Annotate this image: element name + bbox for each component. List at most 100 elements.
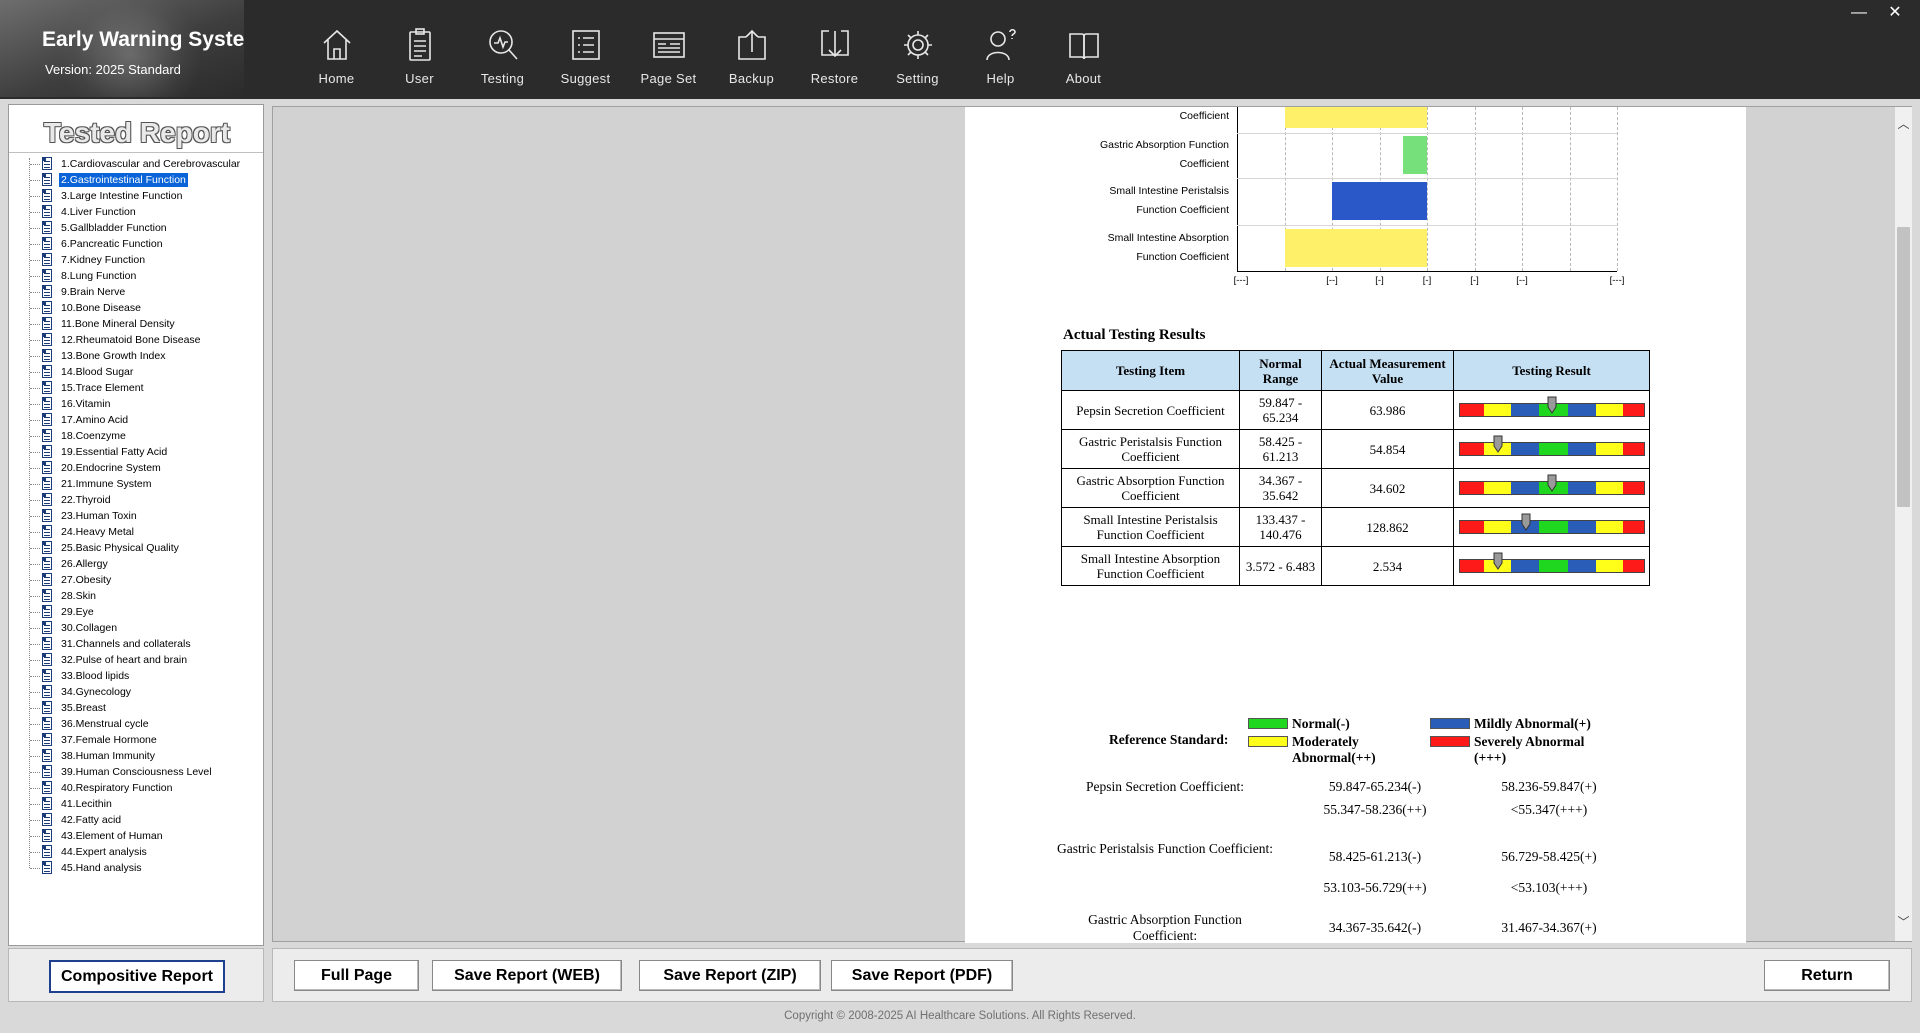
document-icon: [42, 445, 52, 458]
nav-label: Setting: [896, 71, 939, 86]
tree-item[interactable]: 31.Channels and collaterals: [9, 636, 263, 652]
tree-item[interactable]: 32.Pulse of heart and brain: [9, 652, 263, 668]
close-button[interactable]: ✕: [1882, 2, 1908, 24]
tree-item[interactable]: 37.Female Hormone: [9, 732, 263, 748]
tree-item[interactable]: 7.Kidney Function: [9, 252, 263, 268]
scroll-down-arrow[interactable]: ﹀: [1895, 913, 1912, 931]
tree-item[interactable]: 1.Cardiovascular and Cerebrovascular: [9, 156, 263, 172]
tree-item[interactable]: 3.Large Intestine Function: [9, 188, 263, 204]
document-icon: [42, 765, 52, 778]
save-zip-button[interactable]: Save Report (ZIP): [639, 960, 821, 991]
cell-normal-range: 133.437 - 140.476: [1239, 507, 1322, 547]
tree-item[interactable]: 22.Thyroid: [9, 492, 263, 508]
tree-item[interactable]: 35.Breast: [9, 700, 263, 716]
save-web-button[interactable]: Save Report (WEB): [432, 960, 622, 991]
tree-item[interactable]: 12.Rheumatoid Bone Disease: [9, 332, 263, 348]
tree-item[interactable]: 33.Blood lipids: [9, 668, 263, 684]
scroll-thumb[interactable]: [1897, 227, 1910, 507]
tree-item[interactable]: 45.Hand analysis: [9, 860, 263, 876]
tree-item[interactable]: 11.Bone Mineral Density: [9, 316, 263, 332]
tree-item[interactable]: 8.Lung Function: [9, 268, 263, 284]
tree-item[interactable]: 10.Bone Disease: [9, 300, 263, 316]
gauge-segment: [1568, 404, 1597, 416]
tree-item[interactable]: 24.Heavy Metal: [9, 524, 263, 540]
nav-testing-button[interactable]: Testing: [461, 0, 544, 97]
gauge-segment: [1596, 560, 1623, 572]
gauge-segment: [1596, 482, 1623, 494]
tree-item[interactable]: 9.Brain Nerve: [9, 284, 263, 300]
tree-item[interactable]: 5.Gallbladder Function: [9, 220, 263, 236]
tree-item[interactable]: 41.Lecithin: [9, 796, 263, 812]
tree-item[interactable]: 21.Immune System: [9, 476, 263, 492]
tree-item-label: 20.Endocrine System: [61, 462, 161, 474]
tree-item[interactable]: 25.Basic Physical Quality: [9, 540, 263, 556]
tree-item-label: 24.Heavy Metal: [61, 526, 134, 538]
chart-x-tick-label: [-]: [1470, 275, 1479, 286]
gauge-segment: [1596, 404, 1623, 416]
vertical-scrollbar[interactable]: ︿ ﹀: [1895, 107, 1912, 941]
tree-item[interactable]: 14.Blood Sugar: [9, 364, 263, 380]
tree-item[interactable]: 28.Skin: [9, 588, 263, 604]
cell-testing-result: [1453, 546, 1650, 586]
tree-item-label: 33.Blood lipids: [61, 670, 130, 682]
cell-testing-item: Small Intestine Absorption Function Coef…: [1061, 546, 1240, 586]
full-page-button[interactable]: Full Page: [294, 960, 419, 991]
nav-page-set-button[interactable]: Page Set: [627, 0, 710, 97]
document-icon: [42, 701, 52, 714]
tree-item-label: 10.Bone Disease: [61, 302, 141, 314]
tree-item-label: 8.Lung Function: [61, 270, 137, 282]
tree-item[interactable]: 2.Gastrointestinal Function: [9, 172, 263, 188]
return-button[interactable]: Return: [1764, 960, 1890, 991]
gear-icon: [904, 31, 932, 59]
tree-item[interactable]: 4.Liver Function: [9, 204, 263, 220]
nav-setting-button[interactable]: Setting: [876, 0, 959, 97]
tree-item[interactable]: 17.Amino Acid: [9, 412, 263, 428]
nav-about-button[interactable]: About: [1042, 0, 1125, 97]
nav-restore-button[interactable]: Restore: [793, 0, 876, 97]
tree-item[interactable]: 38.Human Immunity: [9, 748, 263, 764]
tree-item[interactable]: 43.Element of Human: [9, 828, 263, 844]
gauge-segment: [1538, 521, 1569, 533]
document-icon: [42, 413, 52, 426]
tree-connector: [30, 404, 40, 405]
tree-item[interactable]: 16.Vitamin: [9, 396, 263, 412]
user-icon: [409, 28, 431, 61]
tree-item[interactable]: 36.Menstrual cycle: [9, 716, 263, 732]
document-icon: [42, 781, 52, 794]
nav-user-button[interactable]: User: [378, 0, 461, 97]
nav-help-button[interactable]: Help: [959, 0, 1042, 97]
tree-item[interactable]: 23.Human Toxin: [9, 508, 263, 524]
chart-x-tick-label: [--]: [1326, 275, 1338, 286]
tree-item[interactable]: 13.Bone Growth Index: [9, 348, 263, 364]
nav-home-button[interactable]: Home: [295, 0, 378, 97]
tree-item[interactable]: 27.Obesity: [9, 572, 263, 588]
chart-grid-line: [1237, 107, 1238, 271]
tree-item[interactable]: 26.Allergy: [9, 556, 263, 572]
tree-connector: [30, 532, 40, 533]
tree-item[interactable]: 6.Pancreatic Function: [9, 236, 263, 252]
tree-item[interactable]: 29.Eye: [9, 604, 263, 620]
save-pdf-button[interactable]: Save Report (PDF): [831, 960, 1013, 991]
legend-label: Mildly Abnormal(+): [1474, 716, 1591, 731]
tree-item[interactable]: 19.Essential Fatty Acid: [9, 444, 263, 460]
scroll-up-arrow[interactable]: ︿: [1895, 115, 1912, 133]
tree-item[interactable]: 18.Coenzyme: [9, 428, 263, 444]
tree-item[interactable]: 42.Fatty acid: [9, 812, 263, 828]
page-set-icon: [653, 32, 685, 58]
gauge-pointer-icon: [1493, 552, 1503, 570]
compositive-report-button[interactable]: Compositive Report: [49, 960, 225, 993]
tree-item[interactable]: 44.Expert analysis: [9, 844, 263, 860]
nav-suggest-button[interactable]: Suggest: [544, 0, 627, 97]
tree-connector: [30, 244, 40, 245]
tree-item[interactable]: 30.Collagen: [9, 620, 263, 636]
tree-item[interactable]: 20.Endocrine System: [9, 460, 263, 476]
nav-label: User: [405, 71, 434, 86]
tree-item[interactable]: 39.Human Consciousness Level: [9, 764, 263, 780]
document-icon: [42, 685, 52, 698]
tree-item[interactable]: 15.Trace Element: [9, 380, 263, 396]
nav-backup-button[interactable]: Backup: [710, 0, 793, 97]
gauge-segment: [1622, 560, 1644, 572]
minimize-button[interactable]: —: [1846, 2, 1872, 24]
tree-item[interactable]: 34.Gynecology: [9, 684, 263, 700]
tree-item[interactable]: 40.Respiratory Function: [9, 780, 263, 796]
